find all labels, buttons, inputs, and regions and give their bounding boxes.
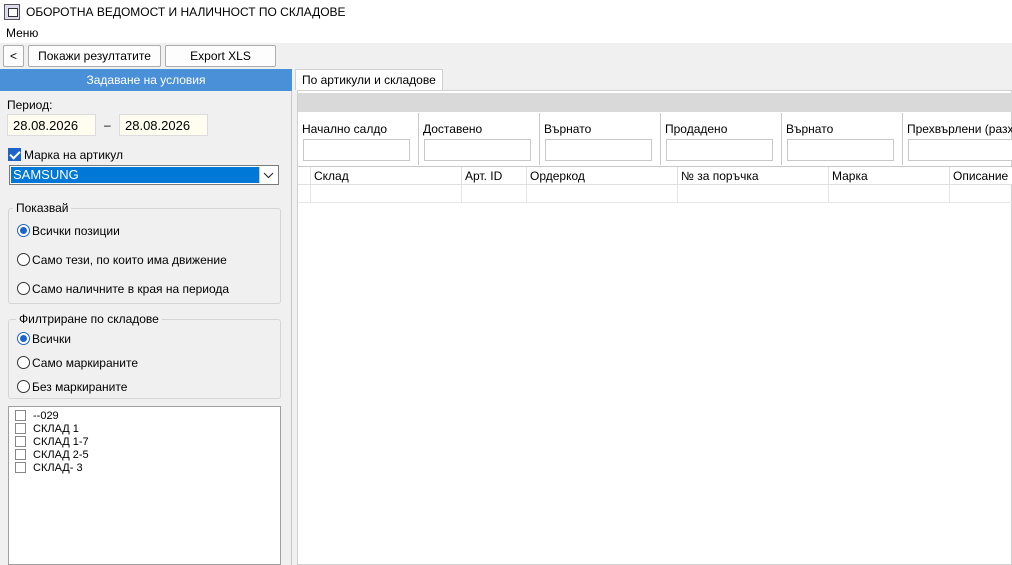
toolbar: < Покажи резултатите Export XLS: [0, 43, 1012, 69]
summary-initial-balance: Начално салдо: [298, 113, 419, 165]
warehouse-label: СКЛАД 1: [33, 422, 79, 435]
radio-all-positions[interactable]: [17, 224, 30, 237]
export-xls-button[interactable]: Export XLS: [165, 45, 276, 67]
grid-row-indicator-header: [298, 167, 311, 186]
radio-filter-unmarked[interactable]: [17, 380, 30, 393]
summary-field[interactable]: [666, 139, 773, 161]
table-cell[interactable]: [311, 185, 462, 203]
table-cell[interactable]: [950, 185, 1012, 203]
table-row[interactable]: [298, 185, 1012, 203]
summary-delivered: Доставено: [419, 113, 540, 165]
radio-label: Само маркираните: [32, 356, 138, 370]
table-cell[interactable]: [462, 185, 527, 203]
period-label: Период:: [7, 98, 53, 112]
radio-label: Само наличните в края на периода: [32, 282, 230, 296]
radio-with-movement[interactable]: [17, 253, 30, 266]
table-cell[interactable]: [527, 185, 678, 203]
radio-label: Всички: [32, 332, 71, 346]
results-panel: По артикули и складове Начално салдо Дос…: [293, 69, 1012, 565]
summary-returned-2: Върнато: [782, 113, 903, 165]
summary-label: Прехвърлени (разхо: [907, 122, 1012, 136]
brand-checkbox[interactable]: [8, 148, 21, 161]
row-indicator: [298, 185, 311, 203]
summary-label: Начално салдо: [302, 122, 387, 136]
table-cell[interactable]: [829, 185, 950, 203]
tab-by-articles-and-warehouses[interactable]: По артикули и складове: [295, 69, 443, 90]
column-header-warehouse[interactable]: Склад: [311, 167, 462, 186]
warehouse-label: СКЛАД 1-7: [33, 435, 89, 448]
chevron-down-icon[interactable]: [259, 167, 276, 183]
column-header-description[interactable]: Описание: [950, 167, 1012, 186]
warehouse-checkbox[interactable]: [15, 423, 26, 434]
table-cell[interactable]: [678, 185, 829, 203]
warehouse-label: --029: [33, 409, 59, 422]
date-from-field[interactable]: 28.08.2026: [7, 114, 96, 136]
warehouse-checkbox[interactable]: [15, 449, 26, 460]
group-panel-strip: [298, 93, 1012, 112]
show-group-title: Показвай: [13, 201, 72, 215]
warehouse-item[interactable]: СКЛАД 2-5: [15, 448, 89, 461]
summary-field[interactable]: [787, 139, 894, 161]
column-header-ordercode[interactable]: Ордеркод: [527, 167, 678, 186]
radio-available-end[interactable]: [17, 282, 30, 295]
tab-content: Начално салдо Доставено Върнато Продаден…: [297, 90, 1012, 565]
summary-label: Върнато: [786, 122, 834, 136]
warehouse-filter-groupbox: Филтриране по складове Всички Само марки…: [8, 312, 281, 399]
radio-label: Само тези, по които има движение: [32, 253, 227, 267]
warehouse-checkbox[interactable]: [15, 436, 26, 447]
brand-selected-value: SAMSUNG: [11, 167, 259, 183]
summary-field[interactable]: [303, 139, 410, 161]
summary-field[interactable]: [908, 139, 1012, 161]
menu-item[interactable]: Меню: [6, 26, 38, 40]
window-title: ОБОРОТНА ВЕДОМОСТ И НАЛИЧНОСТ ПО СКЛАДОВ…: [26, 4, 346, 19]
summary-sold: Продадено: [661, 113, 782, 165]
brand-select[interactable]: SAMSUNG: [9, 165, 279, 185]
warehouse-item[interactable]: СКЛАД 1-7: [15, 435, 89, 448]
menu-bar: Меню: [0, 23, 1012, 43]
radio-filter-marked[interactable]: [17, 356, 30, 369]
show-results-button[interactable]: Покажи резултатите: [28, 45, 161, 67]
date-separator: –: [104, 118, 111, 132]
column-header-brand[interactable]: Марка: [829, 167, 950, 186]
summary-transferred: Прехвърлени (разхо: [903, 113, 1012, 165]
warehouse-label: СКЛАД- 3: [33, 461, 83, 474]
column-header-order-number[interactable]: № за поръчка: [678, 167, 829, 186]
radio-label: Всички позиции: [32, 224, 120, 238]
filter-group-title: Филтриране по складове: [16, 312, 162, 326]
warehouse-item[interactable]: СКЛАД- 3: [15, 461, 83, 474]
warehouse-list[interactable]: --029 СКЛАД 1 СКЛАД 1-7 СКЛАД 2-5 СКЛАД-…: [8, 406, 281, 565]
summary-field[interactable]: [545, 139, 652, 161]
conditions-panel: Задаване на условия Период: 28.08.2026 –…: [0, 69, 292, 565]
date-to-field[interactable]: 28.08.2026: [119, 114, 208, 136]
app-icon: [4, 3, 20, 20]
warehouse-checkbox[interactable]: [15, 410, 26, 421]
brand-checkbox-label: Марка на артикул: [24, 148, 124, 162]
summary-label: Продадено: [665, 122, 728, 136]
column-header-article-id[interactable]: Арт. ID: [462, 167, 527, 186]
back-button[interactable]: <: [3, 45, 24, 67]
warehouse-label: СКЛАД 2-5: [33, 448, 89, 461]
show-groupbox: Показвай Всички позиции Само тези, по ко…: [8, 201, 281, 304]
grid-header: Склад Арт. ID Ордеркод № за поръчка Марк…: [298, 166, 1012, 186]
radio-label: Без маркираните: [32, 380, 128, 394]
warehouse-checkbox[interactable]: [15, 462, 26, 473]
summary-label: Върнато: [544, 122, 592, 136]
summary-label: Доставено: [423, 122, 483, 136]
warehouse-item[interactable]: СКЛАД 1: [15, 422, 79, 435]
conditions-header: Задаване на условия: [0, 69, 292, 91]
warehouse-item[interactable]: --029: [15, 409, 59, 422]
title-bar: ОБОРОТНА ВЕДОМОСТ И НАЛИЧНОСТ ПО СКЛАДОВ…: [0, 0, 1012, 23]
summary-returned: Върнато: [540, 113, 661, 165]
radio-filter-all[interactable]: [17, 332, 30, 345]
summary-field[interactable]: [424, 139, 531, 161]
